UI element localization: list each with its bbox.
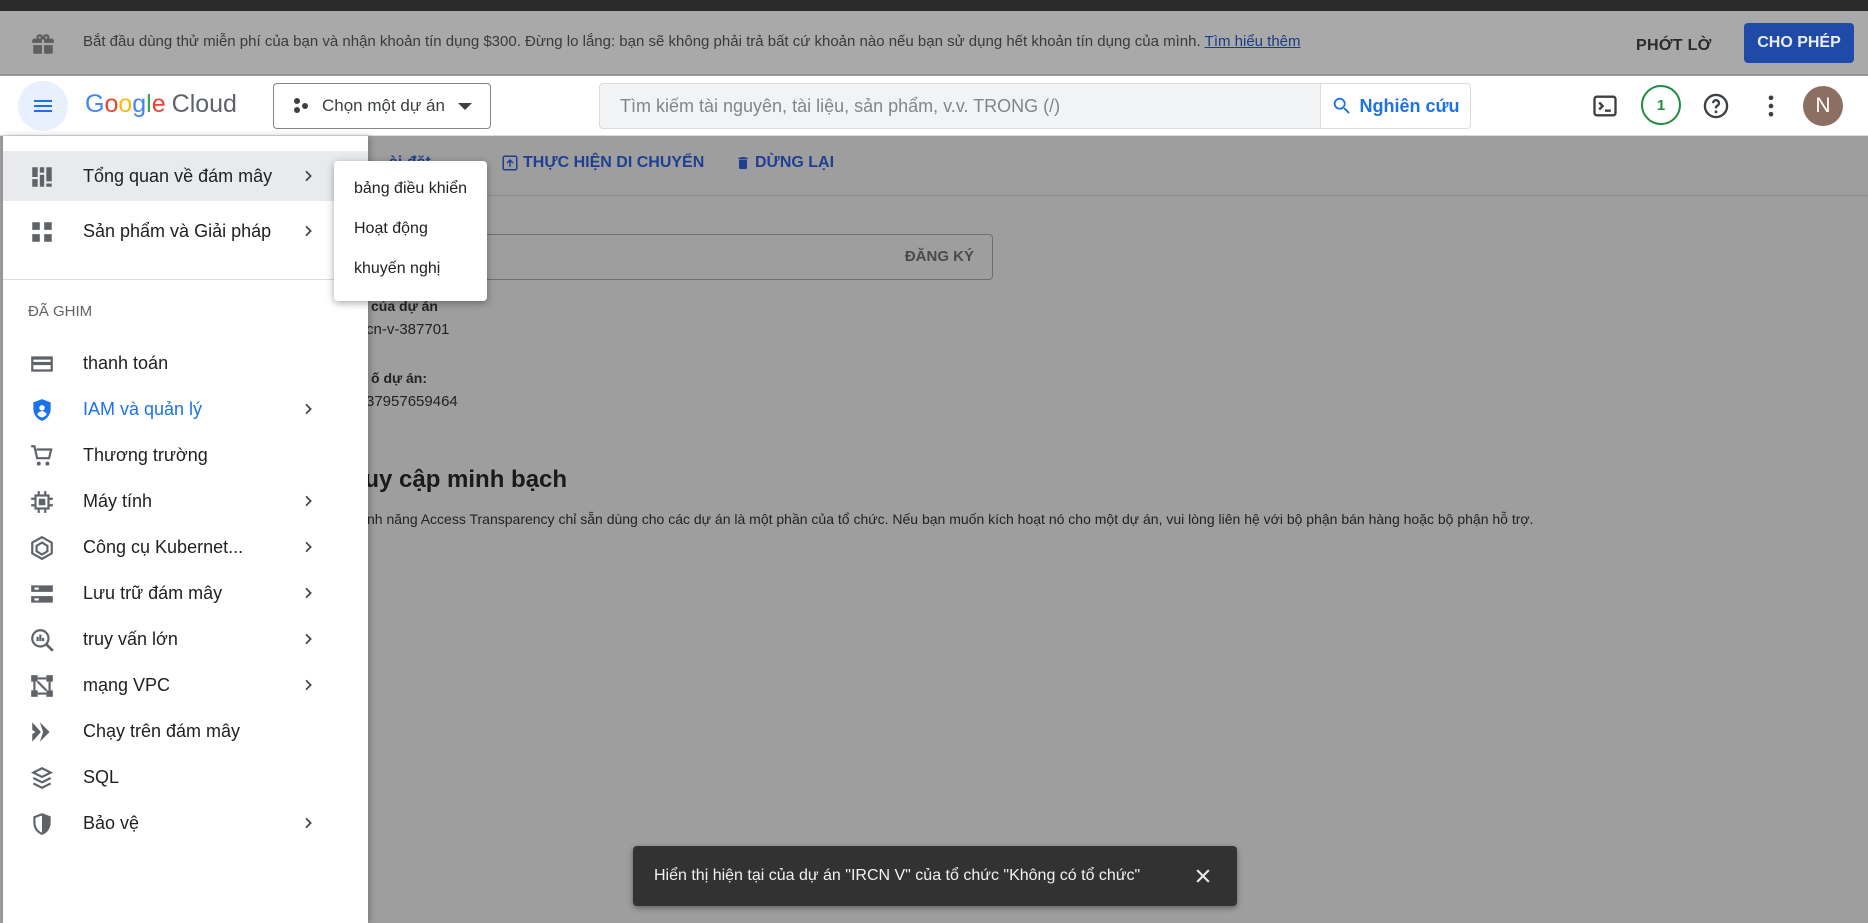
close-icon[interactable] <box>1193 866 1213 886</box>
pinned-section-header: ĐÃ GHIM <box>28 303 93 320</box>
nav-item-label: Thương trường <box>83 444 208 465</box>
project-picker[interactable]: Chọn một dự án <box>273 83 491 129</box>
project-dots-icon <box>294 98 308 113</box>
dashboard-icon <box>32 167 52 187</box>
snackbar-message: Hiển thị hiện tại của dự án "IRCN V" của… <box>654 867 1141 884</box>
top-header: Google Cloud Chọn một dự án Tìm kiếm tài … <box>0 76 1868 136</box>
gift-icon <box>32 34 54 54</box>
search-icon <box>1334 97 1351 114</box>
nav-item-security[interactable]: Bảo vệ <box>3 798 368 848</box>
search-button[interactable]: Nghiên cứu <box>1321 83 1471 129</box>
nav-item-label: Công cụ Kubernet... <box>83 536 244 557</box>
shield-icon <box>33 399 51 421</box>
chevron-right-icon <box>305 495 312 507</box>
submenu-item-dashboard[interactable]: bảng điều khiển <box>334 169 487 209</box>
chevron-right-icon <box>305 587 312 599</box>
chevron-right-icon <box>305 679 312 691</box>
bigquery-icon <box>31 629 54 652</box>
search-placeholder: Tìm kiếm tài nguyên, tài liệu, sản phẩm,… <box>620 95 1061 116</box>
chip-icon <box>31 491 53 513</box>
chevron-right-icon <box>305 633 312 645</box>
page-toolbar: ài đặt THỰC HIỆN DI CHUYỂN DỪNG LẠI <box>367 136 1868 196</box>
more-vert-icon[interactable] <box>1757 92 1785 120</box>
shutdown-button[interactable]: DỪNG LẠI <box>735 154 834 172</box>
nav-item-label: Lưu trữ đám mây <box>83 582 223 603</box>
project-number-value: 37957659464 <box>366 393 458 410</box>
trash-icon <box>738 157 748 169</box>
apps-grid-icon <box>32 222 52 242</box>
chevron-down-icon <box>458 103 472 110</box>
nav-item-cloud-run[interactable]: Chạy trên đám mây <box>3 706 368 756</box>
nav-item-label: Sản phẩm và Giải pháp <box>83 220 272 241</box>
notifications-badge[interactable]: 1 <box>1641 85 1681 125</box>
sidebar-divider <box>3 279 368 280</box>
navigation-sidebar: Tổng quan về đám mây Sản phẩm và Giải ph… <box>3 136 368 923</box>
learn-more-link[interactable]: Tìm hiểu thêm <box>1205 33 1301 50</box>
nav-item-label: Máy tính <box>83 490 153 511</box>
dismiss-button[interactable]: PHỚT LỜ <box>1636 31 1712 61</box>
snackbar: Hiển thị hiện tại của dự án "IRCN V" của… <box>633 846 1237 906</box>
cart-icon <box>31 445 53 466</box>
nav-item-label: Tổng quan về đám mây <box>83 165 273 186</box>
project-id-value: cn-v-387701 <box>366 321 450 338</box>
search-input[interactable]: Tìm kiếm tài nguyên, tài liệu, sản phẩm,… <box>599 83 1321 129</box>
nav-item-marketplace[interactable]: Thương trường <box>3 430 368 480</box>
access-transparency-description: nh năng Access Transparency chỉ sẵn dùng… <box>367 511 1534 527</box>
migrate-label: THỰC HIỆN DI CHUYỂN <box>523 154 705 171</box>
sql-icon <box>30 767 54 789</box>
nav-item-kubernetes[interactable]: Công cụ Kubernet... <box>3 522 368 572</box>
chevron-right-icon <box>305 541 312 553</box>
nav-item-label: mạng VPC <box>83 674 171 695</box>
access-transparency-title: ruy cập minh bạch <box>355 466 568 493</box>
project-number-label: ố dự án: <box>371 370 428 386</box>
submenu-item-activity[interactable]: Hoạt động <box>334 209 487 249</box>
nav-item-label: SQL <box>83 766 120 787</box>
kubernetes-icon <box>31 535 53 561</box>
nav-item-bigquery[interactable]: truy vấn lớn <box>3 614 368 664</box>
search-button-label: Nghiên cứu <box>1359 95 1460 116</box>
hamburger-icon <box>34 100 52 112</box>
avatar[interactable]: N <box>1803 86 1843 126</box>
migrate-button[interactable]: THỰC HIỆN DI CHUYỂN <box>501 154 704 172</box>
project-picker-label: Chọn một dự án <box>322 96 445 115</box>
network-icon <box>31 675 53 697</box>
main-menu-button[interactable] <box>18 81 68 131</box>
nav-item-label: truy vấn lớn <box>83 628 178 649</box>
activate-button[interactable]: CHO PHÉP <box>1744 23 1854 63</box>
shutdown-label: DỪNG LẠI <box>755 154 835 171</box>
nav-item-label: Bảo vệ <box>83 812 140 833</box>
nav-item-cloud-overview[interactable]: Tổng quan về đám mây <box>3 151 368 201</box>
nav-item-cloud-storage[interactable]: Lưu trữ đám mây <box>3 568 368 618</box>
free-trial-banner: Bắt đầu dùng thử miễn phí của bạn và nhậ… <box>0 11 1868 75</box>
security-icon <box>33 813 51 835</box>
nav-item-label: thanh toán <box>83 352 169 373</box>
cloud-shell-icon[interactable] <box>1591 92 1619 120</box>
chevron-right-icon <box>305 225 312 237</box>
cloud-overview-submenu: bảng điều khiển Hoạt động khuyến nghị <box>334 161 487 301</box>
chevron-right-icon <box>305 817 312 829</box>
nav-item-billing[interactable]: thanh toán <box>3 338 368 388</box>
google-cloud-logo[interactable]: Google Cloud <box>85 90 237 119</box>
chevron-right-icon <box>305 170 312 182</box>
cloud-run-icon <box>32 722 50 742</box>
banner-message: Bắt đầu dùng thử miễn phí của bạn và nhậ… <box>83 33 1301 50</box>
billing-icon <box>31 356 53 372</box>
nav-item-sql[interactable]: SQL <box>3 752 368 802</box>
migrate-icon <box>502 155 518 171</box>
storage-icon <box>31 585 53 603</box>
register-button[interactable]: ĐĂNG KÝ <box>905 248 974 265</box>
window-top-strip <box>0 0 1868 11</box>
chevron-right-icon <box>305 403 312 415</box>
nav-item-products-solutions[interactable]: Sản phẩm và Giải pháp <box>3 206 368 256</box>
help-icon[interactable] <box>1702 92 1730 120</box>
nav-item-vpc-network[interactable]: mạng VPC <box>3 660 368 710</box>
nav-item-label: IAM và quản lý <box>83 398 203 419</box>
nav-item-compute[interactable]: Máy tính <box>3 476 368 526</box>
nav-item-label: Chạy trên đám mây <box>83 720 241 741</box>
submenu-item-recommendations[interactable]: khuyến nghị <box>334 249 487 289</box>
nav-item-iam-admin[interactable]: IAM và quản lý <box>3 384 368 434</box>
